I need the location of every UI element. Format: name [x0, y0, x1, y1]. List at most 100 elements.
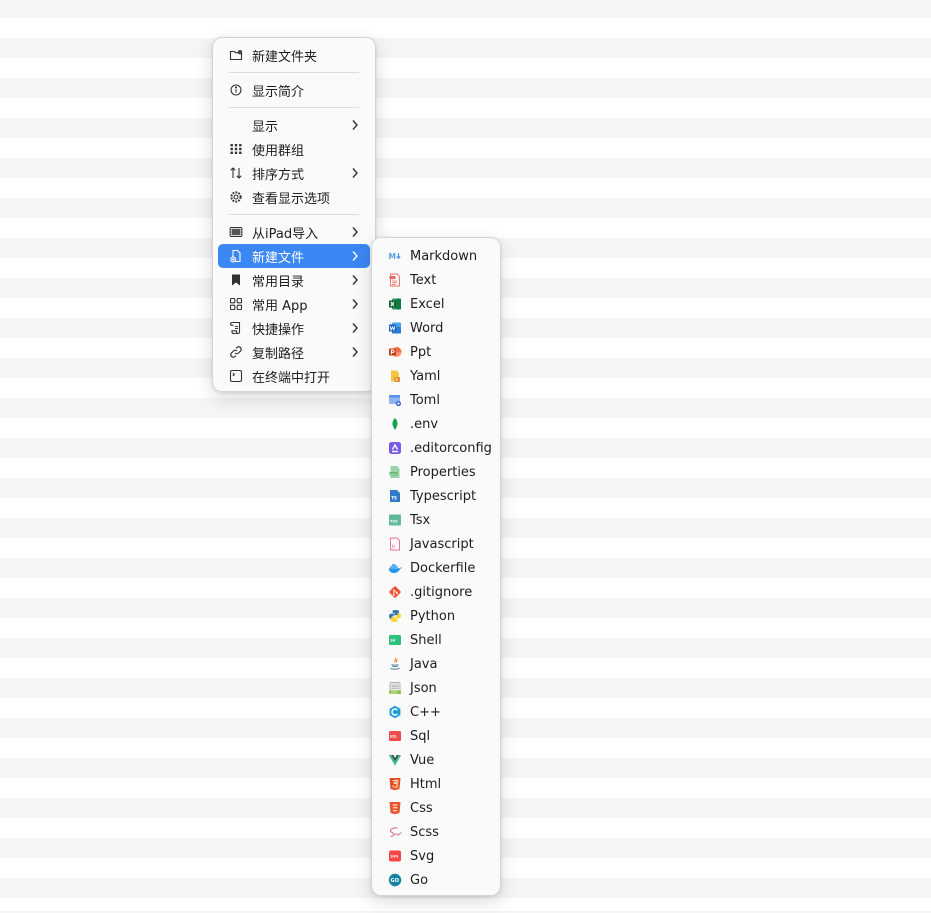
- scroll-script-icon: [229, 321, 243, 335]
- menu-item-new-file[interactable]: 新建文件: [218, 244, 370, 268]
- sort-arrows-icon: [229, 166, 243, 180]
- yaml-icon: [388, 369, 402, 383]
- menu-item-get-info[interactable]: 显示简介: [218, 78, 370, 102]
- svg-text:SVG: SVG: [390, 855, 398, 859]
- new-folder-icon: [229, 48, 243, 62]
- svg-text:SH: SH: [390, 639, 395, 643]
- chevron-right-icon: [351, 249, 361, 263]
- submenu-item-json[interactable]: JSON Json: [377, 676, 495, 700]
- grid-group-icon: [229, 142, 243, 156]
- menu-item-use-groups[interactable]: 使用群组: [218, 137, 370, 161]
- menu-item-label: 新建文件: [252, 250, 305, 266]
- submenu-item-label: Html: [410, 776, 442, 792]
- submenu-item-label: Dockerfile: [410, 560, 476, 576]
- submenu-item-label: Python: [410, 608, 456, 624]
- submenu-item-scss[interactable]: Scss: [377, 820, 495, 844]
- sass-icon: [388, 825, 402, 839]
- submenu-item-java[interactable]: Java: [377, 652, 495, 676]
- ipad-icon: [229, 225, 243, 239]
- docker-icon: [388, 561, 402, 575]
- text-file-icon: [388, 273, 402, 287]
- menu-item-import-ipad[interactable]: 从iPad导入: [218, 220, 370, 244]
- svg-icon: SVG: [388, 849, 402, 863]
- submenu-item-javascript[interactable]: js Javascript: [377, 532, 495, 556]
- submenu-item-label: .gitignore: [410, 584, 473, 600]
- menu-item-favorites[interactable]: 常用目录: [218, 268, 370, 292]
- submenu-item-label: Text: [410, 272, 437, 288]
- env-leaf-icon: [388, 417, 402, 431]
- submenu-item-label: Scss: [410, 824, 439, 840]
- menu-item-common-app[interactable]: 常用 App: [218, 292, 370, 316]
- submenu-item-label: Word: [410, 320, 444, 336]
- menu-item-label: 新建文件夹: [252, 49, 318, 65]
- submenu-item-shell[interactable]: SH Shell: [377, 628, 495, 652]
- cpp-icon: [388, 705, 402, 719]
- go-icon: GO: [388, 873, 402, 887]
- submenu-item-text[interactable]: Text: [377, 268, 495, 292]
- svg-text:M: M: [389, 252, 396, 261]
- submenu-item-tsx[interactable]: TSX Tsx: [377, 508, 495, 532]
- submenu-item-properties[interactable]: prop Properties: [377, 460, 495, 484]
- submenu-item-cpp[interactable]: C++: [377, 700, 495, 724]
- submenu-item-go[interactable]: GO Go: [377, 868, 495, 892]
- submenu-item-html[interactable]: Html: [377, 772, 495, 796]
- css3-icon: [388, 801, 402, 815]
- submenu-item-label: Java: [410, 656, 438, 672]
- chevron-right-icon: [351, 118, 361, 132]
- menu-divider: [229, 72, 359, 73]
- menu-item-label: 显示简介: [252, 84, 305, 100]
- submenu-item-label: Css: [410, 800, 433, 816]
- submenu-item-toml[interactable]: Toml: [377, 388, 495, 412]
- submenu-item-yaml[interactable]: Yaml: [377, 364, 495, 388]
- menu-divider: [229, 214, 359, 215]
- editorconfig-icon: [388, 441, 402, 455]
- submenu-item-gitignore[interactable]: .gitignore: [377, 580, 495, 604]
- html5-icon: [388, 777, 402, 791]
- menu-item-label: 使用群组: [252, 143, 305, 159]
- submenu-item-dockerfile[interactable]: Dockerfile: [377, 556, 495, 580]
- python-icon: [388, 609, 402, 623]
- submenu-item-svg[interactable]: SVG Svg: [377, 844, 495, 868]
- link-icon: [229, 345, 243, 359]
- markdown-icon: M: [388, 249, 402, 263]
- menu-item-new-folder[interactable]: 新建文件夹: [218, 43, 370, 67]
- svg-text:prop: prop: [390, 472, 397, 476]
- submenu-item-markdown[interactable]: M Markdown: [377, 244, 495, 268]
- submenu-item-label: Typescript: [410, 488, 477, 504]
- submenu-item-ppt[interactable]: Ppt: [377, 340, 495, 364]
- menu-item-view-options[interactable]: 查看显示选项: [218, 185, 370, 209]
- menu-item-label: 显示: [252, 119, 279, 135]
- submenu-item-typescript[interactable]: TS Typescript: [377, 484, 495, 508]
- menu-item-label: 常用 App: [252, 298, 308, 314]
- submenu-item-label: Vue: [410, 752, 435, 768]
- chevron-right-icon: [351, 273, 361, 287]
- menu-divider: [229, 107, 359, 108]
- menu-item-copy-path[interactable]: 复制路径: [218, 340, 370, 364]
- submenu-item-python[interactable]: Python: [377, 604, 495, 628]
- submenu-item-label: .editorconfig: [410, 440, 492, 456]
- chevron-right-icon: [351, 166, 361, 180]
- submenu-item-vue[interactable]: Vue: [377, 748, 495, 772]
- gear-icon: [229, 190, 243, 204]
- submenu-item-label: Properties: [410, 464, 476, 480]
- menu-item-open-terminal[interactable]: 在终端中打开: [218, 364, 370, 388]
- menu-item-quick-actions[interactable]: 快捷操作: [218, 316, 370, 340]
- svg-text:SQL: SQL: [390, 734, 397, 738]
- submenu-item-env[interactable]: .env: [377, 412, 495, 436]
- terminal-icon: [229, 369, 243, 383]
- properties-icon: prop: [388, 465, 402, 479]
- menu-item-sort-by[interactable]: 排序方式: [218, 161, 370, 185]
- submenu-item-label: Svg: [410, 848, 435, 864]
- submenu-item-word[interactable]: Word: [377, 316, 495, 340]
- submenu-item-excel[interactable]: Excel: [377, 292, 495, 316]
- submenu-item-editorconfig[interactable]: .editorconfig: [377, 436, 495, 460]
- submenu-item-label: Json: [410, 680, 437, 696]
- tsx-icon: TSX: [388, 513, 402, 527]
- submenu-item-css[interactable]: Css: [377, 796, 495, 820]
- svg-text:TS: TS: [391, 496, 397, 501]
- menu-item-show[interactable]: 显示: [218, 113, 370, 137]
- svg-text:js: js: [391, 544, 396, 550]
- java-icon: [388, 657, 402, 671]
- submenu-item-sql[interactable]: SQL Sql: [377, 724, 495, 748]
- menu-item-label: 从iPad导入: [252, 226, 319, 242]
